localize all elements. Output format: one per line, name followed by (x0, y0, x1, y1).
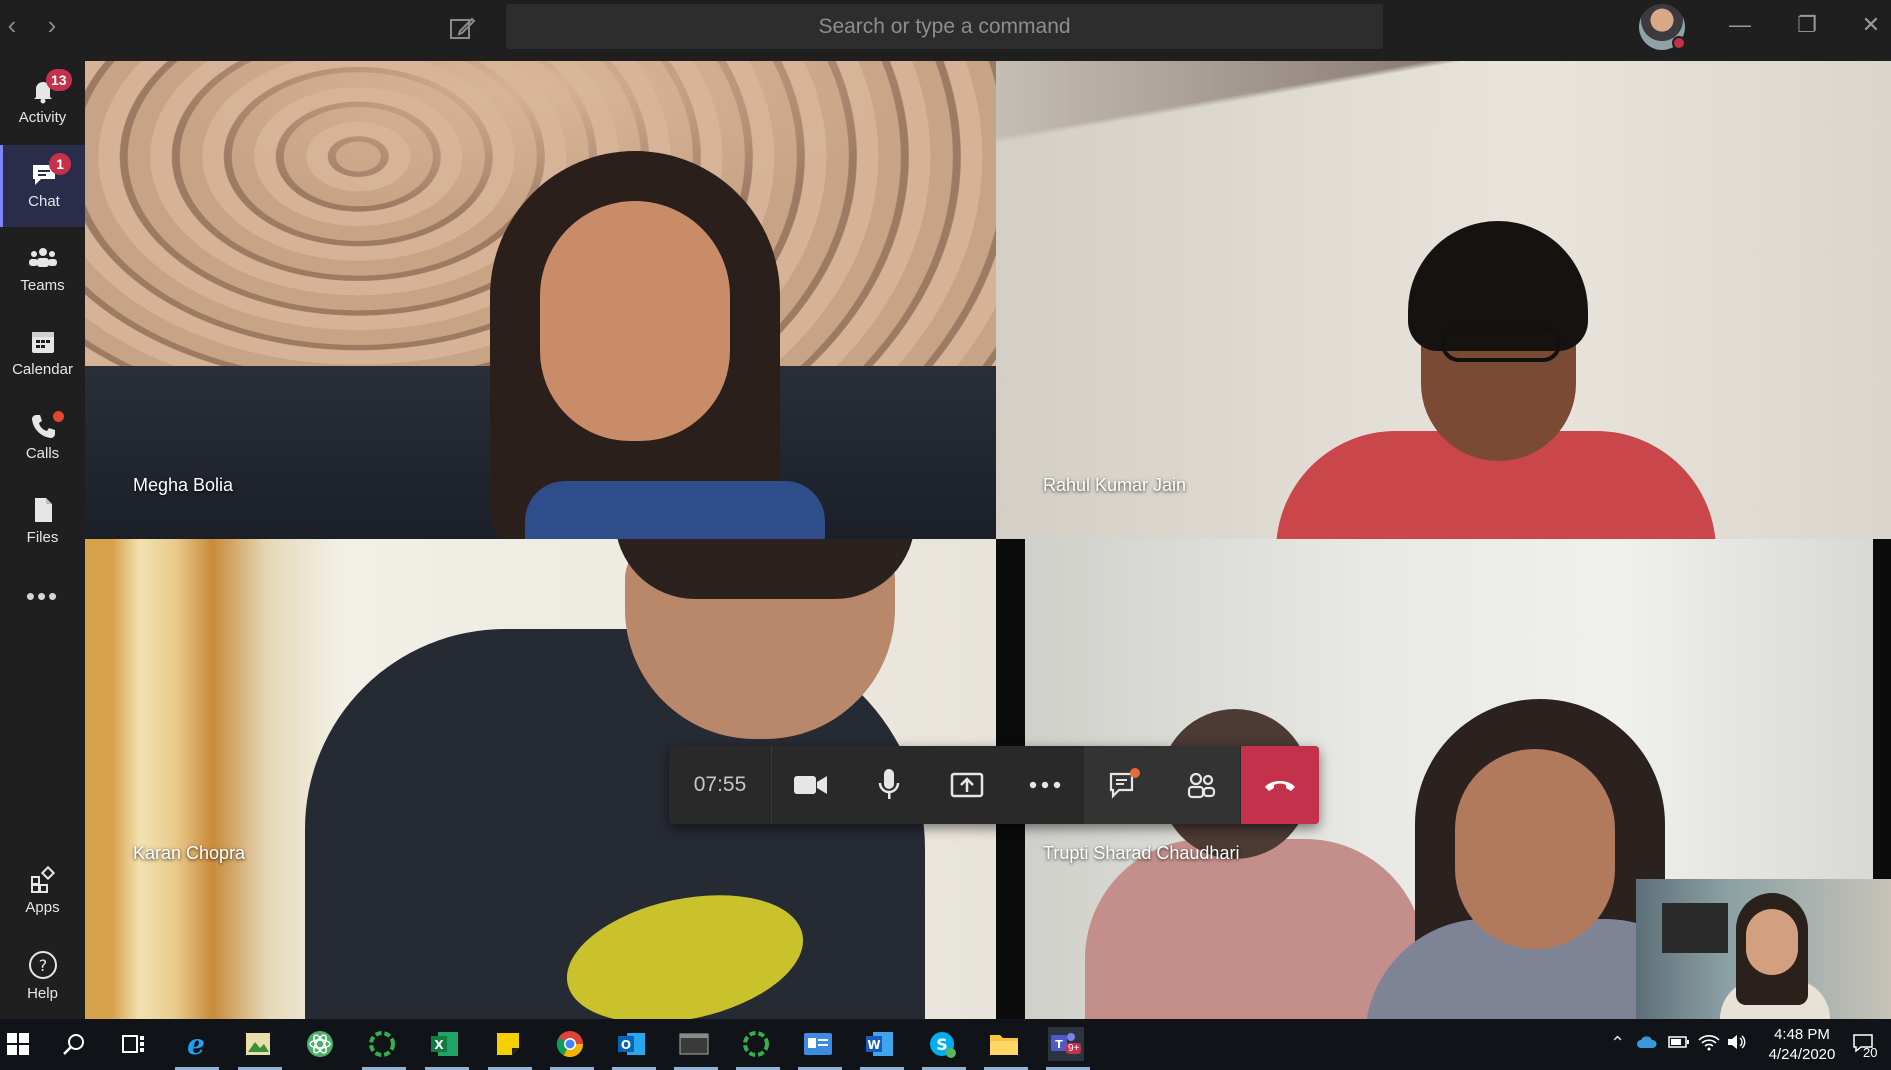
windows-start-icon[interactable] (0, 1027, 36, 1061)
loading-ring-icon-2[interactable] (738, 1027, 774, 1061)
rail-item-label: Teams (20, 277, 65, 294)
call-timer: 07:55 (669, 746, 772, 824)
files-icon (34, 498, 52, 522)
search-icon[interactable] (56, 1027, 92, 1061)
rail-item-files[interactable]: Files (0, 481, 85, 563)
rail-item-activity[interactable]: 13 Activity (0, 61, 85, 143)
title-bar: ‹ › Search or type a command — ❐ ✕ (0, 0, 1891, 61)
more-options-icon[interactable] (1006, 746, 1084, 824)
close-button[interactable]: ✕ (1851, 10, 1891, 40)
word-icon[interactable]: W (862, 1027, 898, 1061)
contacts-app-icon[interactable] (800, 1027, 836, 1061)
video-tile-megha[interactable]: Megha Bolia (85, 61, 996, 539)
internet-explorer-icon[interactable]: e (178, 1027, 214, 1061)
file-explorer-icon[interactable] (986, 1027, 1022, 1061)
teams-taskbar-badge: 9+ (1066, 1043, 1082, 1054)
rail-item-teams[interactable]: Teams (0, 229, 85, 311)
clock[interactable]: 4:48 PM 4/24/2020 (1752, 1025, 1852, 1065)
chevron-up-icon[interactable]: ⌃ (1610, 1033, 1625, 1054)
participants-icon[interactable] (1162, 746, 1240, 824)
video-tile-rahul[interactable]: Rahul Kumar Jain (996, 61, 1891, 539)
rail-item-help[interactable]: ? Help (0, 935, 85, 1017)
excel-icon[interactable]: X (427, 1027, 463, 1061)
search-input[interactable]: Search or type a command (506, 4, 1383, 49)
wifi-icon[interactable] (1698, 1033, 1720, 1056)
participant-name: Trupti Sharad Chaudhari (1043, 843, 1240, 863)
svg-text:S: S (936, 1035, 948, 1054)
photo-editor-icon[interactable] (240, 1027, 276, 1061)
rail-item-label: Chat (28, 193, 60, 210)
hang-up-icon[interactable] (1241, 746, 1319, 824)
svg-text:O: O (621, 1038, 631, 1052)
clock-date: 4/24/2020 (1768, 1046, 1836, 1063)
calendar-icon (31, 332, 54, 353)
help-icon: ? (28, 951, 57, 979)
unread-dot (1130, 768, 1140, 778)
outlook-icon[interactable]: O (614, 1027, 650, 1061)
rail-item-label: Calendar (12, 361, 73, 378)
svg-text:T: T (1055, 1038, 1063, 1051)
volume-icon[interactable] (1726, 1033, 1748, 1056)
rail-item-label: Calls (25, 445, 60, 462)
chevron-left-icon[interactable]: ‹ (0, 12, 24, 38)
sticky-notes-icon[interactable] (490, 1027, 526, 1061)
more-apps-icon[interactable]: ••• (0, 581, 85, 621)
participant-name: Megha Bolia (133, 475, 234, 495)
apps-icon (30, 865, 55, 893)
app-bar: 13 Activity 1 Chat Teams Calendar Calls … (0, 61, 85, 1019)
loading-ring-icon[interactable] (364, 1027, 400, 1061)
skype-icon[interactable]: S (924, 1027, 960, 1061)
calls-notification-dot (53, 411, 64, 422)
rail-item-label: Apps (25, 899, 60, 916)
svg-text:X: X (434, 1038, 444, 1052)
rail-item-chat[interactable]: 1 Chat (0, 145, 85, 227)
svg-text:W: W (867, 1038, 880, 1052)
rail-item-label: Files (26, 529, 59, 546)
participant-name: Karan Chopra (133, 843, 246, 863)
rail-item-calls[interactable]: Calls (0, 397, 85, 479)
self-view[interactable] (1636, 879, 1891, 1019)
rail-item-calendar[interactable]: Calendar (0, 313, 85, 395)
video-camera-icon[interactable] (772, 746, 850, 824)
rail-item-label: Activity (18, 109, 67, 126)
rail-item-label: Help (27, 985, 58, 1002)
chevron-right-icon[interactable]: › (40, 12, 64, 38)
participant-name: Rahul Kumar Jain (1043, 475, 1187, 495)
atom-app-icon[interactable] (302, 1027, 338, 1061)
minimize-button[interactable]: — (1720, 10, 1760, 40)
status-dot (1672, 36, 1686, 50)
onedrive-icon[interactable] (1636, 1033, 1658, 1054)
chat-badge: 1 (49, 153, 71, 175)
svg-text:?: ? (38, 956, 47, 975)
conversation-icon[interactable] (1084, 746, 1162, 824)
microphone-icon[interactable] (850, 746, 928, 824)
activity-badge: 13 (46, 69, 72, 91)
teams-taskbar-icon[interactable]: T 9+ (1048, 1027, 1084, 1061)
task-view-icon[interactable] (116, 1027, 152, 1061)
terminal-icon[interactable] (676, 1027, 712, 1061)
clock-time: 4:48 PM (1774, 1026, 1830, 1043)
restore-button[interactable]: ❐ (1787, 10, 1827, 40)
notification-count: 20 (1863, 1045, 1878, 1060)
rail-item-apps[interactable]: Apps (0, 851, 85, 933)
call-controls: 07:55 (669, 746, 1319, 824)
chrome-icon[interactable] (552, 1027, 588, 1061)
svg-text:e: e (187, 1029, 205, 1059)
teams-icon (28, 248, 57, 267)
windows-taskbar: e X O W S T 9+ ⌃ 4:48 PM 4/24/2020 20 (0, 1019, 1891, 1070)
share-screen-icon[interactable] (928, 746, 1006, 824)
compose-icon[interactable] (446, 12, 478, 44)
battery-icon[interactable] (1668, 1033, 1690, 1054)
